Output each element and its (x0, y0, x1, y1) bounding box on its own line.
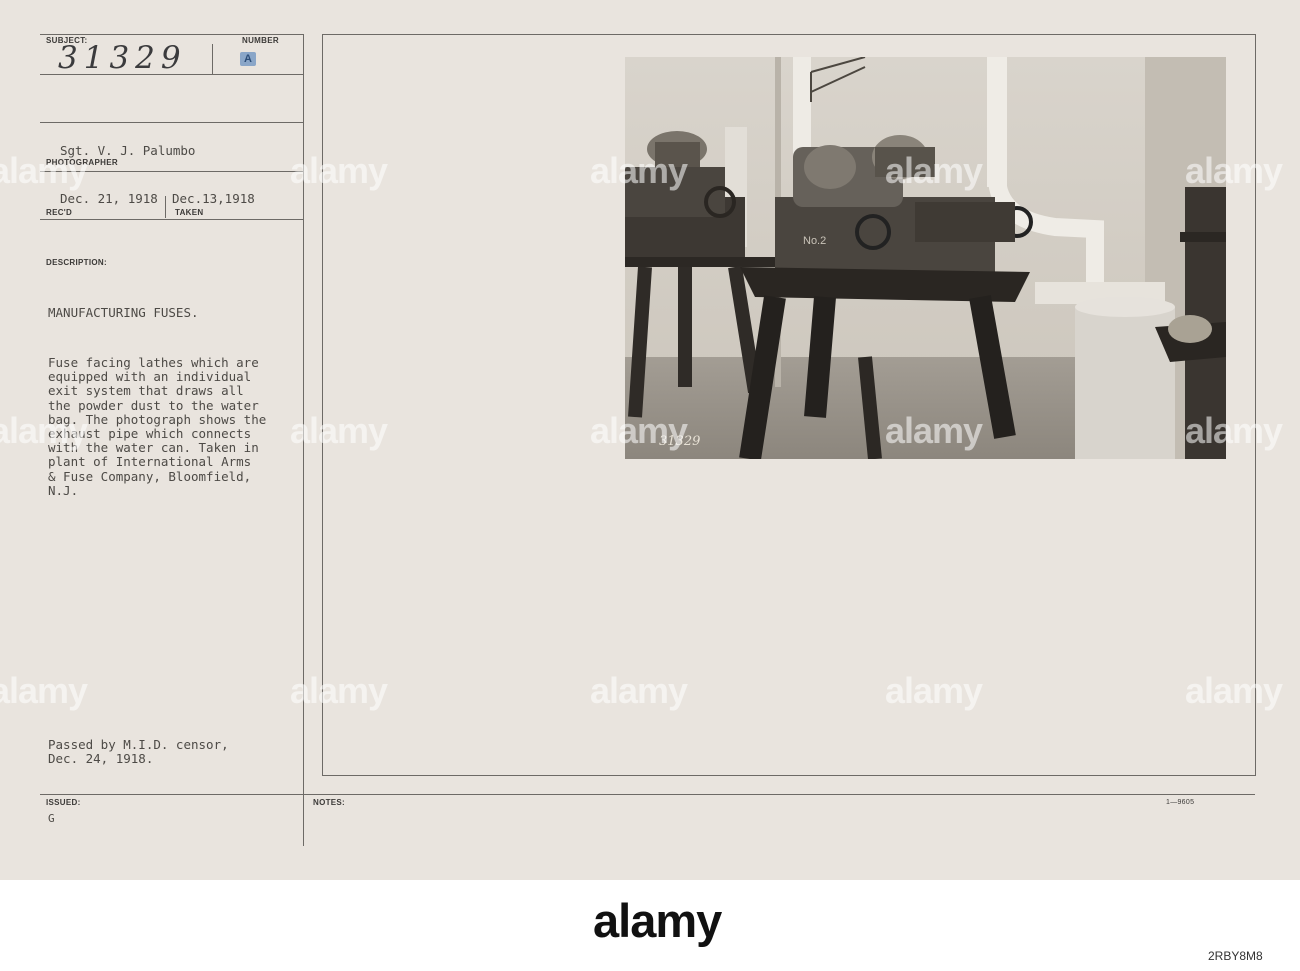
description-line: plant of International Arms (48, 454, 252, 470)
watermark: alamy (1185, 150, 1283, 191)
watermark: alamy (0, 150, 88, 191)
description-line: exhaust pipe which connects (48, 426, 252, 442)
form-number: 1—9605 (1166, 799, 1195, 806)
description-label: DESCRIPTION: (46, 258, 107, 267)
rule-number-divider (212, 44, 213, 74)
image-id: 2RBY8M8 (1208, 949, 1263, 963)
watermark: alamy (290, 410, 388, 451)
watermark: alamy (1185, 410, 1283, 451)
machine-label: No.2 (803, 235, 827, 247)
description-line: exit system that draws all (48, 383, 244, 399)
watermark: alamy (885, 670, 983, 711)
received-date: Dec. 21, 1918 (60, 191, 158, 206)
description-title: MANUFACTURING FUSES. (48, 305, 199, 320)
watermark: alamy (590, 410, 688, 451)
taken-label: TAKEN (175, 208, 204, 217)
description-line: bag. The photograph shows the (48, 411, 267, 427)
archive-card: SUBJECT: NUMBER 31329 A Sgt. V. J. Palum… (0, 0, 1300, 880)
description-line: the powder dust to the water (48, 397, 259, 413)
watermark: alamy (590, 670, 688, 711)
watermark: alamy (0, 410, 88, 451)
watermark: alamy (290, 670, 388, 711)
description-line: equipped with an individual (48, 369, 252, 385)
subject-number: 31329 (58, 40, 187, 76)
censor-line-2: Dec. 24, 1918. (48, 751, 154, 766)
issued-value: G (48, 812, 55, 825)
rule-date-divider (165, 196, 166, 218)
watermark: alamy (885, 150, 983, 191)
taken-date: Dec.13,1918 (172, 191, 255, 206)
issued-label: ISSUED: (46, 798, 81, 807)
watermark: alamy (885, 410, 983, 451)
description-line: N.J. (48, 482, 79, 498)
number-mark: A (240, 52, 256, 66)
description-body: Fuse facing lathes which are equipped wi… (48, 355, 323, 498)
rule-under-number (40, 122, 303, 123)
description-line: & Fuse Company, Bloomfield, (48, 468, 252, 484)
description-line: with the water can. Taken in (48, 440, 259, 456)
rule-bottom (40, 794, 1255, 795)
description-line: Fuse facing lathes which are (48, 355, 259, 370)
watermark: alamy (1185, 670, 1283, 711)
watermark: alamy (590, 150, 688, 191)
censor-line-1: Passed by M.I.D. censor, (48, 737, 229, 752)
notes-label: NOTES: (313, 798, 346, 807)
watermark: alamy (0, 670, 88, 711)
watermark: alamy (290, 150, 388, 191)
number-label: NUMBER (242, 36, 279, 45)
received-label: REC'D (46, 208, 73, 217)
lathe-photograph: No.2 31329 (625, 57, 1226, 459)
rule-under-dates (40, 219, 303, 220)
rule-top-left (40, 34, 303, 35)
alamy-logo: alamy (593, 894, 722, 947)
